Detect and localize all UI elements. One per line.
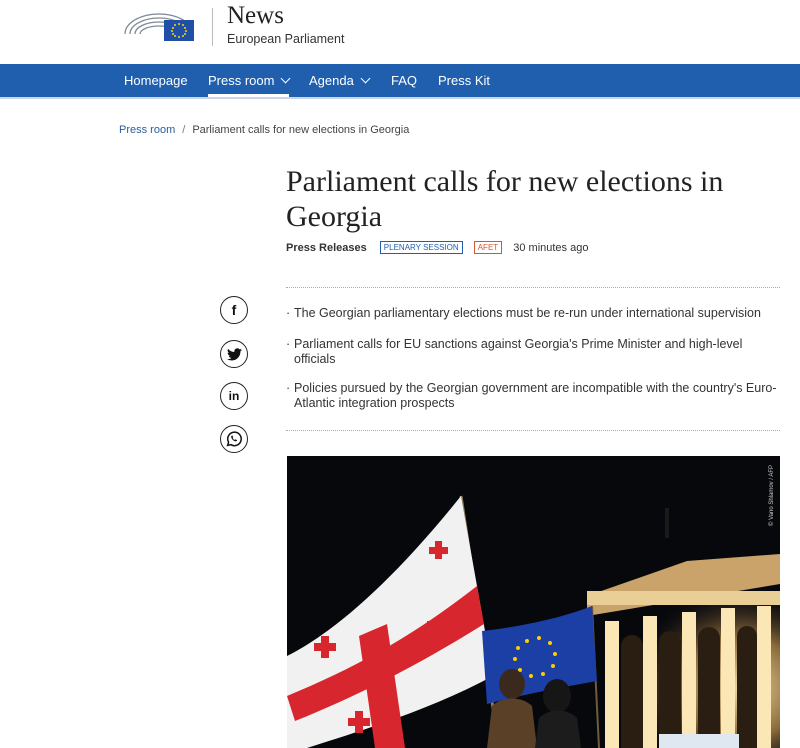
highlight-item: The Georgian parliamentary elections mus… — [286, 306, 780, 321]
main-navigation: Homepage Press room Agenda FAQ Press Kit — [0, 64, 800, 99]
nav-item-agenda[interactable]: Agenda — [309, 64, 371, 97]
nav-item-homepage[interactable]: Homepage — [124, 64, 188, 97]
highlight-item: Policies pursued by the Georgian governm… — [286, 381, 780, 411]
twitter-icon — [226, 347, 242, 360]
highlights-bottom-divider — [286, 430, 780, 431]
share-whatsapp-button[interactable] — [220, 425, 248, 453]
highlights-top-divider — [286, 287, 780, 288]
tag-afet[interactable]: AFET — [473, 241, 503, 254]
article-photo[interactable]: © Vano Shlamov / AFP — [287, 456, 780, 748]
breadcrumb-separator: / — [182, 124, 186, 136]
article-title: Parliament calls for new elections in Ge… — [286, 165, 724, 233]
nav-item-label: FAQ — [391, 73, 418, 88]
nav-item-faq[interactable]: FAQ — [391, 64, 417, 97]
linkedin-icon: in — [228, 389, 240, 403]
site-title[interactable]: News — [227, 2, 284, 30]
site-header: News European Parliament — [0, 0, 800, 64]
nav-item-label: Press room — [208, 73, 275, 88]
article-type[interactable]: Press Releases — [286, 242, 367, 254]
breadcrumb-current: Parliament calls for new elections in Ge… — [192, 124, 410, 136]
nav-item-label: Press Kit — [438, 73, 491, 88]
whatsapp-icon — [226, 431, 242, 447]
chevron-down-icon — [281, 73, 291, 84]
share-twitter-button[interactable] — [220, 340, 248, 368]
nav-item-press-room[interactable]: Press room — [208, 64, 291, 97]
chevron-down-icon — [360, 73, 371, 84]
breadcrumb-link-press-room[interactable]: Press room — [119, 124, 175, 136]
nav-item-press-kit[interactable]: Press Kit — [438, 64, 490, 97]
nav-item-label: Homepage — [124, 73, 188, 88]
article-timestamp: 30 minutes ago — [513, 242, 589, 254]
nav-item-label: Agenda — [309, 73, 354, 88]
photo-credit: © Vano Shlamov / AFP — [768, 465, 775, 526]
share-facebook-button[interactable]: f — [220, 296, 248, 324]
european-parliament-logo[interactable] — [122, 4, 196, 44]
share-linkedin-button[interactable]: in — [220, 382, 248, 410]
site-subtitle: European Parliament — [227, 32, 345, 46]
highlight-item: Parliament calls for EU sanctions agains… — [286, 337, 780, 367]
tag-plenary-session[interactable]: PLENARY SESSION — [379, 241, 463, 254]
logo-divider — [212, 8, 213, 46]
breadcrumb: Press room / Parliament calls for new elec… — [119, 124, 409, 136]
facebook-icon: f — [231, 302, 237, 318]
article-highlights: The Georgian parliamentary elections mus… — [286, 306, 780, 411]
article-meta: Press Releases PLENARY SESSION AFET 30 m… — [286, 241, 588, 254]
